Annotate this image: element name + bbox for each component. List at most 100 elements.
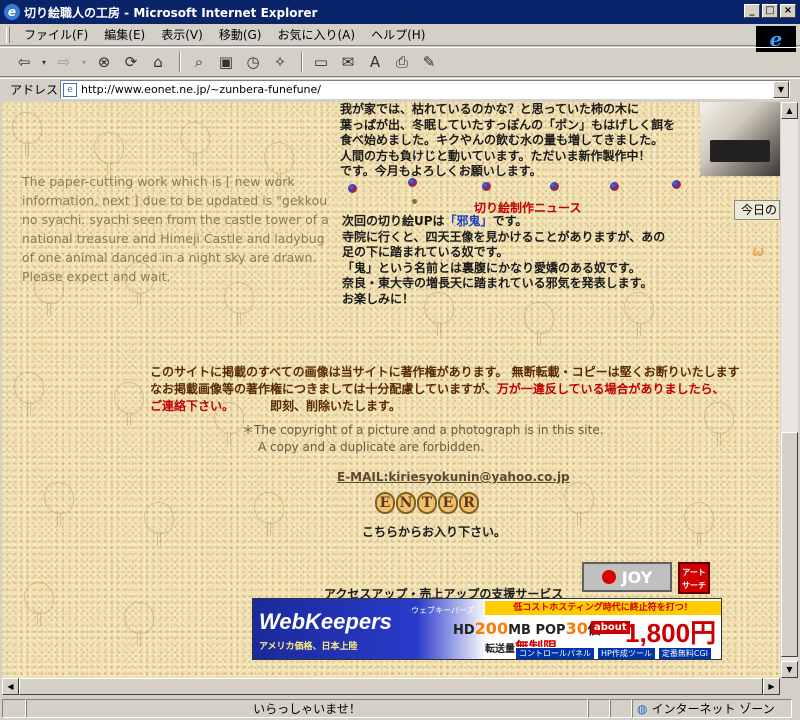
- address-input[interactable]: e http://www.eonet.ne.jp/~zunbera-funefu…: [60, 80, 790, 99]
- greeting-paragraph: 我が家では、枯れているのかな？と思っていた柿の木に 葉っぱが出、冬眠していたすっ…: [340, 102, 680, 180]
- webkeepers-kana: ウェブキーパーズ: [411, 606, 475, 615]
- scroll-down-button[interactable]: ▼: [781, 661, 798, 678]
- webkeepers-banner-link[interactable]: WebKeepers ウェブキーパーズ アメリカ価格、日本上陸 低コストホスティ…: [252, 598, 722, 660]
- back-icon[interactable]: ⇦: [12, 51, 36, 73]
- wk-link[interactable]: HP作成ツール: [597, 647, 656, 659]
- address-label: アドレス: [10, 83, 59, 97]
- scroll-left-button[interactable]: ◀: [2, 678, 19, 695]
- vertical-scrollbar[interactable]: ▲ ▼: [781, 102, 798, 678]
- copyright-line: ご連絡下さい。 即刻、削除いたします。: [150, 398, 780, 415]
- menu-help[interactable]: ヘルプ(H): [363, 26, 433, 43]
- print-icon[interactable]: ⎙: [390, 51, 414, 73]
- news-line: 次回の切り絵UPは「邪鬼」です。: [342, 214, 702, 230]
- bead-dot: [550, 182, 559, 191]
- webkeepers-about: about: [591, 621, 630, 634]
- email-link[interactable]: E-MAIL:kiriesyokunin@yahoo.co.jp: [337, 470, 570, 484]
- close-button[interactable]: ×: [780, 4, 796, 18]
- address-dropdown-button[interactable]: ▼: [773, 81, 789, 98]
- search-icon[interactable]: ⌕: [187, 51, 211, 73]
- greeting-line: 我が家では、枯れているのかな？と思っていた柿の木に: [340, 102, 640, 116]
- back-dropdown-icon[interactable]: ▾: [39, 51, 49, 73]
- maximize-button[interactable]: □: [762, 4, 778, 18]
- photo-image: [700, 102, 780, 176]
- status-message-text: いらっしゃいませ！: [253, 702, 361, 716]
- edit-icon[interactable]: ✎: [417, 51, 441, 73]
- refresh-icon[interactable]: ⟳: [119, 51, 143, 73]
- menu-file[interactable]: ファイル(F): [16, 26, 96, 43]
- window-title: 切り絵職人の工房 - Microsoft Internet Explorer: [24, 5, 318, 20]
- greeting-line: 人間の方も負けじと動いています。ただいま新作製作中！: [340, 148, 651, 163]
- tree-decoration: [22, 582, 56, 626]
- favorites-icon[interactable]: ▣: [214, 51, 238, 73]
- copyright-line3b: 即刻、削除いたします。: [270, 399, 401, 413]
- channels-icon[interactable]: ✧: [268, 51, 292, 73]
- status-progress-cell: [588, 699, 610, 718]
- scroll-right-button[interactable]: ▶: [763, 678, 780, 695]
- news-highlight[interactable]: 「邪鬼」: [445, 214, 493, 228]
- font-icon[interactable]: A: [363, 51, 387, 73]
- wk-ten-pre: 転送量: [485, 644, 515, 655]
- home-icon[interactable]: ⌂: [146, 51, 170, 73]
- status-zone-text: インターネット ゾーン: [651, 702, 775, 716]
- tree-decoration: [42, 482, 76, 526]
- stop-icon[interactable]: ⊗: [92, 51, 116, 73]
- copyright-line: このサイトに掲載のすべての画像は当サイトに著作権があります。 無断転載・コピーは…: [150, 365, 740, 379]
- tree-decoration: [122, 602, 156, 646]
- status-message: いらっしゃいませ！: [26, 699, 588, 718]
- forward-icon[interactable]: ⇨: [52, 51, 76, 73]
- menu-edit[interactable]: 編集(E): [96, 26, 153, 43]
- horizontal-scroll-thumb[interactable]: [19, 678, 763, 695]
- window-controls: _ □ ×: [744, 4, 796, 18]
- menu-go[interactable]: 移動(G): [211, 26, 270, 43]
- status-bar: いらっしゃいませ！ ◍ インターネット ゾーン: [0, 697, 800, 720]
- mail-icon[interactable]: ✉: [336, 51, 360, 73]
- fullscreen-icon[interactable]: ▭: [309, 51, 333, 73]
- bead-divider: [346, 178, 686, 193]
- minimize-button[interactable]: _: [744, 4, 760, 18]
- tree-decoration: [12, 372, 46, 416]
- joy-banner-text: JOY: [621, 567, 653, 587]
- menu-view[interactable]: 表示(V): [153, 26, 211, 43]
- address-bar: アドレス e http://www.eonet.ne.jp/~zunbera-f…: [0, 78, 800, 100]
- copyright-en-line: ＊The copyright of a picture and a photog…: [242, 423, 604, 437]
- tree-decoration: [178, 122, 212, 166]
- today-button[interactable]: 今日の: [734, 200, 780, 220]
- wk-link[interactable]: 定番無料CGI: [657, 647, 712, 659]
- wk-hd-big2: 30: [565, 619, 588, 638]
- standard-toolbar: ⇦ ▾ ⇨ ▾ ⊗ ⟳ ⌂ ⌕ ▣ ◷ ✧ ▭ ✉ A ⎙ ✎: [0, 47, 800, 77]
- enter-letter: E: [438, 492, 458, 514]
- window-title-bar[interactable]: e 切り絵職人の工房 - Microsoft Internet Explorer…: [0, 0, 800, 24]
- art-banner-line: サーチ: [682, 581, 706, 590]
- page-content: The paper-cutting work which is [ new wo…: [2, 102, 780, 678]
- scroll-up-button[interactable]: ▲: [781, 102, 798, 119]
- news-paragraph: 次回の切り絵UPは「邪鬼」です。 寺院に行くと、四天王像を見かけることがあります…: [342, 214, 702, 307]
- menubar-grip[interactable]: [6, 26, 10, 43]
- copyright-line3a: ご連絡下さい。: [150, 399, 235, 413]
- forward-dropdown-icon[interactable]: ▾: [79, 51, 89, 73]
- page-icon: e: [63, 82, 77, 97]
- menu-favorites[interactable]: お気に入り(A): [269, 26, 363, 43]
- status-secure-cell: [610, 699, 632, 718]
- vertical-scroll-thumb[interactable]: [781, 432, 798, 657]
- wk-hd-pre: HD: [453, 623, 475, 638]
- address-url: http://www.eonet.ne.jp/~zunbera-funefune…: [81, 83, 321, 96]
- copyright-line2b: 万が一違反している場合がありましたら、: [496, 382, 725, 396]
- enter-caption: こちらからお入り下さい。: [362, 525, 507, 539]
- bead-dot: [408, 178, 417, 187]
- art-search-banner-link[interactable]: アート サーチ: [678, 562, 710, 594]
- webkeepers-subtitle: アメリカ価格、日本上陸: [259, 642, 358, 652]
- wk-link[interactable]: コントロールパネル: [515, 647, 595, 659]
- news-bullet: [412, 199, 417, 204]
- copyright-english: ＊The copyright of a picture and a photog…: [242, 422, 604, 456]
- tree-decoration: [562, 482, 596, 526]
- enter-letter: N: [396, 492, 416, 514]
- art-banner-line: アート: [682, 568, 706, 577]
- ie-page-icon: e: [4, 4, 20, 20]
- joy-mascot-icon: [601, 570, 616, 584]
- horizontal-scrollbar[interactable]: ◀ ▶: [2, 678, 780, 695]
- news-line: 寺院に行くと、四天王像を見かけることがありますが、あの: [342, 229, 666, 244]
- tree-decoration: [222, 282, 256, 326]
- joy-banner-link[interactable]: JOY: [582, 562, 672, 592]
- enter-button[interactable]: E N T E R: [375, 492, 485, 516]
- history-icon[interactable]: ◷: [241, 51, 265, 73]
